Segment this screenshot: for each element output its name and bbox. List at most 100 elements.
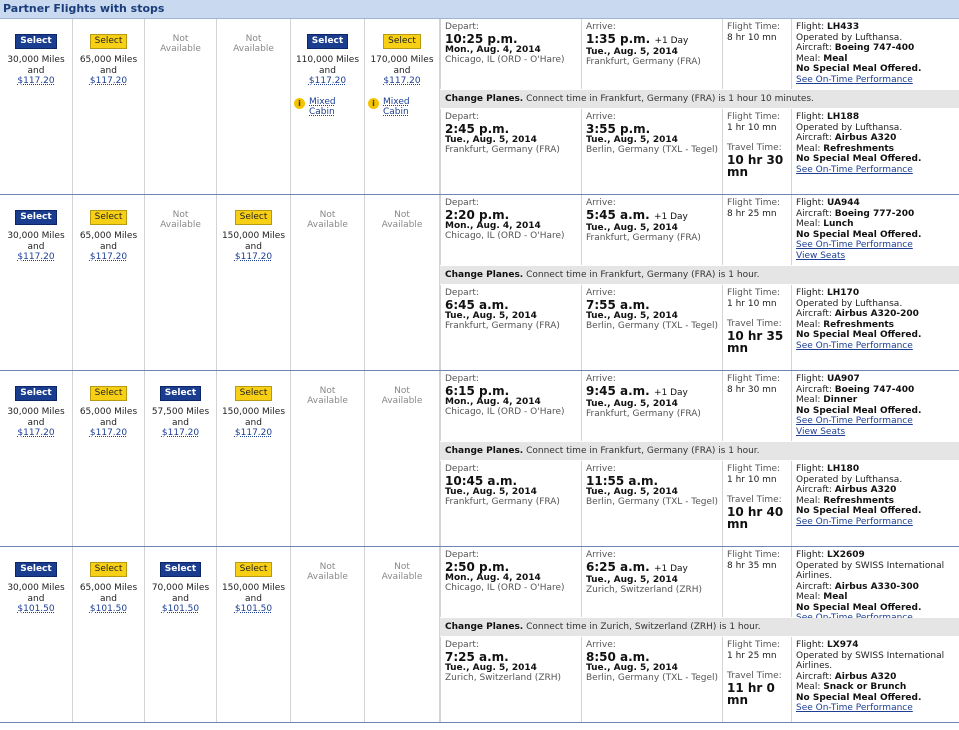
change-planes-label: Change Planes. — [445, 270, 524, 280]
mixed-cabin-line1[interactable]: Mixed — [309, 97, 364, 107]
fare-price[interactable]: $117.20 — [0, 76, 72, 87]
flight-number: UA944 — [827, 198, 860, 208]
depart-airport: Frankfurt, Germany (FRA) — [445, 321, 560, 331]
flight-number-line: Flight: LX2609 — [796, 550, 959, 561]
fare-price[interactable]: $117.20 — [365, 76, 439, 87]
on-time-performance-link[interactable]: See On-Time Performance — [796, 703, 959, 714]
select-button[interactable]: Select — [89, 562, 128, 577]
meal-type: Refreshments — [823, 143, 895, 154]
mixed-cabin-note[interactable]: i Mixed Cabin — [291, 97, 364, 117]
select-button[interactable]: Select — [383, 34, 421, 49]
flight-time-label: Flight Time: — [727, 464, 781, 474]
arrive-time: 5:45 a.m. +1 Day — [586, 209, 722, 223]
flight-time-value: 1 hr 10 mn — [727, 474, 777, 485]
fare-and: and — [245, 417, 262, 428]
mixed-cabin-line1[interactable]: Mixed — [383, 97, 439, 107]
on-time-performance-link[interactable]: See On-Time Performance — [796, 341, 959, 352]
view-seats-link[interactable]: View Seats — [796, 251, 959, 262]
fare-price[interactable]: $117.20 — [291, 76, 364, 87]
select-button[interactable]: Select — [15, 386, 57, 401]
on-time-performance-link[interactable]: See On-Time Performance — [796, 165, 959, 176]
select-button[interactable]: Select — [15, 562, 57, 577]
aircraft-line: Aircraft: Boeing 747-400 — [796, 43, 959, 54]
arrive-time-value: 1:35 p.m. — [586, 31, 651, 46]
info-icon: i — [368, 97, 379, 109]
meal-type: Lunch — [823, 219, 854, 229]
aircraft-type: Boeing 777-200 — [834, 208, 915, 219]
select-button[interactable]: Select — [306, 34, 349, 49]
fare-price[interactable]: $117.20 — [0, 428, 72, 439]
fare-miles: 57,500 Miles — [151, 407, 210, 417]
fare-price[interactable]: $117.20 — [73, 252, 144, 263]
fare-price[interactable]: $101.50 — [217, 604, 290, 615]
fare-miles: 65,000 Miles — [79, 583, 138, 593]
operated-by: Operated by Lufthansa. — [796, 474, 903, 485]
not-available-line2: Available — [381, 572, 423, 582]
plus-day-note: +1 Day — [653, 563, 688, 574]
not-available-line1: Not — [172, 210, 189, 220]
fare-cell: Select 150,000 Miles and $117.20 — [217, 371, 291, 546]
on-time-performance-link[interactable]: See On-Time Performance — [796, 416, 959, 427]
select-button[interactable]: Select — [89, 210, 128, 225]
mixed-cabin-line2[interactable]: Cabin — [383, 107, 439, 117]
flight-time-value: 8 hr 25 mn — [727, 208, 777, 219]
mixed-cabin-line2[interactable]: Cabin — [309, 107, 364, 117]
fare-price[interactable]: $117.20 — [145, 428, 216, 439]
flight-time-value: 8 hr 10 mn — [727, 32, 777, 43]
on-time-performance-link[interactable]: See On-Time Performance — [796, 517, 959, 528]
fare-price[interactable]: $101.50 — [145, 604, 216, 615]
aircraft-label: Aircraft: — [796, 384, 832, 395]
flight-time-label: Flight Time: — [727, 550, 781, 560]
depart-cell: Depart: 2:20 p.m. Mon., Aug. 4, 2014 Chicag… — [440, 195, 581, 265]
info-icon: i — [294, 97, 305, 109]
select-button[interactable]: Select — [89, 34, 128, 49]
meal-line: Meal: Refreshments — [796, 320, 959, 331]
fare-price[interactable]: $117.20 — [217, 252, 290, 263]
meal-line: Meal: Lunch — [796, 219, 959, 230]
fare-cell: Select 65,000 Miles and $117.20 — [73, 195, 145, 370]
arrive-date: Tue., Aug. 5, 2014 — [586, 398, 678, 409]
select-button[interactable]: Select — [15, 210, 57, 225]
change-planes-label: Change Planes. — [445, 446, 524, 456]
select-button[interactable]: Select — [234, 562, 273, 577]
fare-info: 70,000 Miles and $101.50 — [145, 583, 216, 615]
select-button[interactable]: Select — [159, 562, 202, 577]
arrive-time-value: 7:55 a.m. — [586, 297, 650, 312]
select-button[interactable]: Select — [15, 34, 57, 49]
fare-price[interactable]: $117.20 — [73, 428, 144, 439]
meal-label: Meal: — [796, 219, 821, 229]
fare-price[interactable]: $117.20 — [73, 76, 144, 87]
fare-info: 30,000 Miles and $117.20 — [0, 55, 72, 87]
not-available-line2: Available — [160, 220, 201, 230]
flight-label: Flight: — [796, 374, 825, 384]
flight-label: Flight: — [796, 464, 825, 474]
operated-by: Operated by SWISS International Airlines… — [796, 650, 945, 672]
view-seats-link[interactable]: View Seats — [796, 427, 959, 438]
depart-time-value: 2:50 p.m. — [445, 559, 510, 574]
fare-cell: Select 30,000 Miles and $101.50 — [0, 547, 73, 722]
fare-price[interactable]: $101.50 — [73, 604, 144, 615]
on-time-performance-link[interactable]: See On-Time Performance — [796, 75, 959, 86]
select-button[interactable]: Select — [159, 386, 202, 401]
on-time-performance-link[interactable]: See On-Time Performance — [796, 240, 959, 251]
fare-and: and — [245, 593, 262, 604]
fare-info: 150,000 Miles and $101.50 — [217, 583, 290, 615]
fare-info: 65,000 Miles and $117.20 — [73, 231, 144, 263]
flight-time-value: 8 hr 35 mn — [727, 560, 777, 571]
mixed-cabin-note[interactable]: i Mixed Cabin — [365, 97, 439, 117]
not-available-line1: Not — [319, 562, 336, 572]
aircraft-line: Aircraft: Airbus A320 — [796, 133, 959, 144]
not-available-line2: Available — [307, 220, 348, 230]
fare-and: and — [27, 65, 45, 76]
flight-time-value: 1 hr 10 mn — [727, 122, 777, 133]
select-button[interactable]: Select — [89, 386, 128, 401]
meal-label: Meal: — [796, 592, 821, 602]
depart-time-value: 2:45 p.m. — [445, 121, 510, 136]
fare-price[interactable]: $117.20 — [217, 428, 290, 439]
select-button[interactable]: Select — [234, 210, 273, 225]
flight-number: UA907 — [827, 374, 860, 384]
fare-price[interactable]: $117.20 — [0, 252, 72, 263]
select-button[interactable]: Select — [234, 386, 273, 401]
fare-price[interactable]: $101.50 — [0, 604, 72, 615]
arrive-time-value: 6:25 a.m. — [586, 559, 650, 574]
